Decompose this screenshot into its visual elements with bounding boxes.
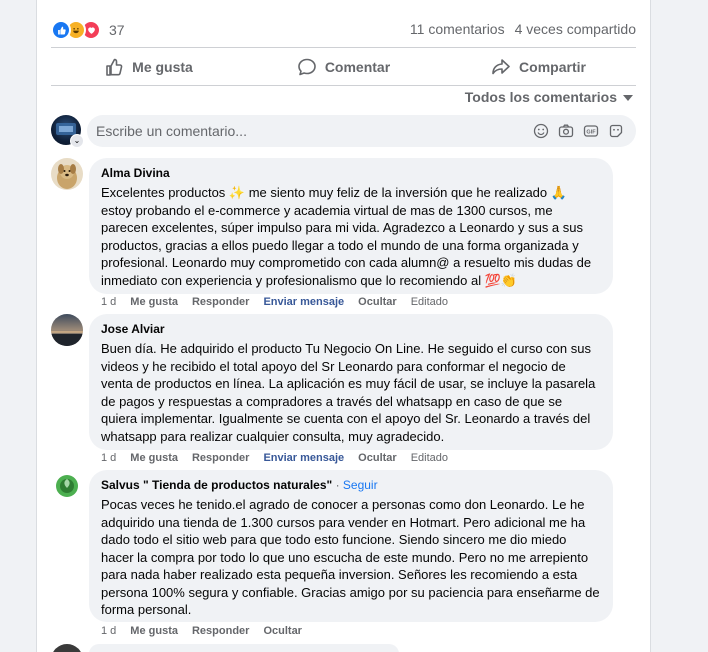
- comment-author[interactable]: Salvus " Tienda de productos naturales": [101, 478, 332, 492]
- dog-avatar-image: [51, 158, 83, 190]
- sticker-icon[interactable]: [607, 122, 624, 139]
- comment-text: Pocas veces he tenido.el agrado de conoc…: [101, 497, 600, 617]
- commenter-avatar[interactable]: [51, 158, 83, 190]
- comment-author[interactable]: Jose Alviar: [101, 322, 601, 337]
- commenter-avatar[interactable]: [51, 314, 83, 346]
- comment-input-box[interactable]: GIF: [87, 115, 636, 147]
- comment-hide-link[interactable]: Ocultar: [358, 452, 397, 464]
- comment-edited-label: Editado: [410, 452, 448, 464]
- speech-bubble-icon: [298, 58, 316, 76]
- comment-edited-label: Editado: [410, 296, 448, 308]
- share-count[interactable]: 4 veces compartido: [515, 21, 636, 37]
- comment-actions: 1 d Me gusta Responder Enviar mensaje Oc…: [101, 296, 448, 308]
- comment-bubble: Jose Alviar Buen día. He adquirido el pr…: [89, 314, 613, 450]
- actions-divider-bottom: [51, 85, 636, 86]
- like-button[interactable]: Me gusta: [51, 50, 246, 84]
- comment-count[interactable]: 11 comentarios: [410, 21, 505, 37]
- comment-hide-link[interactable]: Ocultar: [358, 296, 397, 308]
- comment-send-message-link[interactable]: Enviar mensaje: [263, 296, 344, 308]
- comment-like-link[interactable]: Me gusta: [130, 452, 178, 464]
- share-arrow-icon: [492, 59, 510, 75]
- comment-time[interactable]: 1 d: [101, 296, 116, 308]
- comment-author-row: Salvus " Tienda de productos naturales" …: [101, 478, 601, 493]
- share-button[interactable]: Compartir: [441, 50, 636, 84]
- composer-tools: GIF: [532, 122, 624, 139]
- reactions-summary[interactable]: 37: [51, 20, 125, 40]
- camera-icon[interactable]: [557, 122, 574, 139]
- next-comment-bubble: [89, 644, 399, 652]
- comment-bubble: Salvus " Tienda de productos naturales" …: [89, 470, 613, 622]
- leaf-logo-avatar-image: [51, 470, 83, 502]
- share-button-label: Compartir: [519, 59, 586, 75]
- comment-composer: ⌄ GIF: [51, 115, 636, 148]
- commenter-avatar[interactable]: [51, 470, 83, 502]
- sort-label: Todos los comentarios: [464, 89, 617, 105]
- comment-bubble: Alma Divina Excelentes productos ✨ me si…: [89, 158, 613, 294]
- post-card: 37 11 comentarios 4 veces compartido Me …: [36, 0, 651, 652]
- comment-button[interactable]: Comentar: [246, 50, 441, 84]
- comment-input[interactable]: [96, 123, 476, 139]
- like-button-label: Me gusta: [132, 59, 193, 75]
- reaction-count: 37: [109, 22, 125, 38]
- comment-author[interactable]: Alma Divina: [101, 166, 601, 181]
- comment-text: Buen día. He adquirido el producto Tu Ne…: [101, 341, 596, 444]
- comment-send-message-link[interactable]: Enviar mensaje: [263, 452, 344, 464]
- comment-reply-link[interactable]: Responder: [192, 296, 249, 308]
- chevron-down-icon[interactable]: ⌄: [70, 134, 84, 148]
- comment-time[interactable]: 1 d: [101, 452, 116, 464]
- current-user-avatar[interactable]: ⌄: [51, 115, 84, 148]
- post-actions: Me gusta Comentar Compartir: [51, 50, 636, 84]
- comment-text: Excelentes productos ✨ me siento muy fel…: [101, 185, 592, 288]
- gif-icon[interactable]: GIF: [582, 122, 599, 139]
- comment-reply-link[interactable]: Responder: [192, 452, 249, 464]
- comment-hide-link[interactable]: Ocultar: [263, 625, 302, 637]
- emoji-icon[interactable]: [532, 122, 549, 139]
- svg-text:GIF: GIF: [586, 129, 596, 135]
- comment-time[interactable]: 1 d: [101, 625, 116, 637]
- post-stats: 37 11 comentarios 4 veces compartido: [51, 19, 636, 41]
- caret-down-icon: [623, 95, 633, 101]
- comment-like-link[interactable]: Me gusta: [130, 296, 178, 308]
- like-icon: [51, 20, 71, 40]
- comment-button-label: Comentar: [324, 59, 391, 75]
- comment-actions: 1 d Me gusta Responder Enviar mensaje Oc…: [101, 452, 448, 464]
- landscape-avatar-image: [51, 314, 83, 346]
- follow-separator: ·: [335, 478, 340, 492]
- follow-link[interactable]: Seguir: [343, 478, 378, 492]
- actions-divider-top: [51, 47, 636, 48]
- comment-like-link[interactable]: Me gusta: [130, 625, 178, 637]
- comment-reply-link[interactable]: Responder: [192, 625, 249, 637]
- next-commenter-avatar[interactable]: [51, 644, 83, 652]
- comment-sort-dropdown[interactable]: Todos los comentarios: [465, 89, 633, 105]
- thumbs-up-icon: [106, 58, 123, 76]
- comment-actions: 1 d Me gusta Responder Ocultar: [101, 625, 302, 637]
